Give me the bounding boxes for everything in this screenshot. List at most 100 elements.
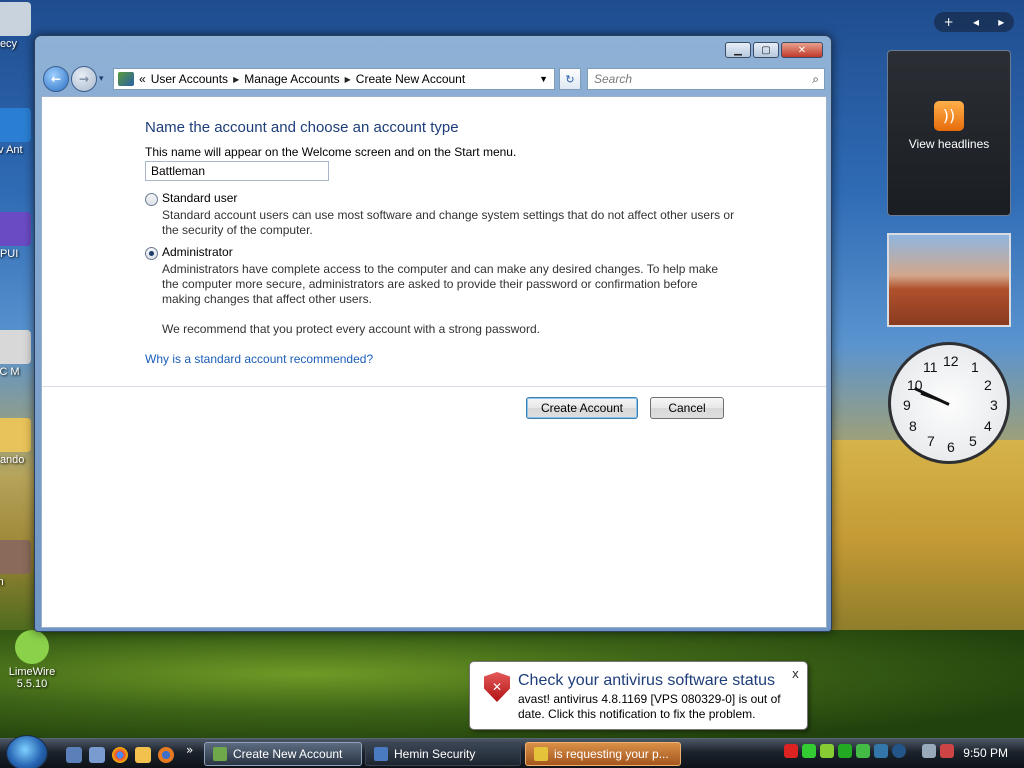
forward-button[interactable]: →	[71, 66, 97, 92]
desktop-icon-image	[0, 418, 31, 452]
quicklaunch-overflow[interactable]: »	[186, 743, 193, 757]
address-bar[interactable]: « User Accounts ▶ Manage Accounts ▶ Crea…	[113, 68, 555, 90]
notification-close-button[interactable]: x	[792, 667, 799, 681]
close-button[interactable]: ✕	[781, 42, 823, 58]
task-label: is requesting your p...	[554, 747, 669, 761]
task-permission-request[interactable]: is requesting your p...	[525, 742, 681, 766]
standard-user-label[interactable]: Standard user	[162, 191, 237, 205]
refresh-button[interactable]: ↻	[559, 68, 581, 90]
security-shield-icon: ✕	[484, 672, 510, 702]
clock-number: 1	[971, 359, 979, 375]
desktop-icon-label: im	[0, 576, 36, 588]
desktop-icon-image	[0, 212, 31, 246]
desktop-icon-label: LimeWire 5.5.10	[8, 666, 56, 690]
breadcrumb-manage-accounts[interactable]: Manage Accounts	[244, 72, 339, 86]
desktop-icon[interactable]: LimeWire 5.5.10	[2, 630, 62, 690]
tray-green-icon[interactable]	[802, 744, 816, 758]
back-button[interactable]: ←	[43, 66, 69, 92]
desktop-icon-image	[0, 330, 31, 364]
password-recommendation: We recommend that you protect every acco…	[162, 322, 540, 336]
search-input[interactable]: Search ⌕	[587, 68, 825, 90]
task-label: Hemin Security	[394, 747, 476, 761]
tray-shield-icon[interactable]	[856, 744, 870, 758]
breadcrumb-arrow-icon[interactable]: ▶	[345, 75, 351, 84]
clock-number: 5	[969, 433, 977, 449]
desktop-icon[interactable]: im	[0, 540, 36, 588]
desktop-icon-label: CPUI	[0, 248, 19, 260]
address-dropdown-icon[interactable]: ▼	[539, 74, 548, 84]
slideshow-gadget[interactable]	[887, 233, 1011, 327]
clock-number: 9	[903, 397, 911, 413]
notification-message[interactable]: avast! antivirus 4.8.1169 [VPS 080329-0]…	[518, 692, 804, 722]
firefox-icon[interactable]	[158, 747, 174, 763]
desktop-icon[interactable]: Recy	[0, 2, 36, 50]
task-create-new-account[interactable]: Create New Account	[204, 742, 362, 766]
window-controls: ▁ ▢ ✕	[725, 42, 823, 58]
maximize-button[interactable]: ▢	[753, 42, 779, 58]
start-button[interactable]	[6, 735, 48, 768]
minute-hand	[920, 392, 950, 405]
clock-number: 12	[943, 353, 959, 369]
chrome-icon[interactable]	[112, 747, 128, 763]
desktop-icon-label: av Ant	[0, 144, 23, 156]
desktop-icon-label: Recy	[0, 38, 18, 50]
clock-gadget[interactable]: 12 1 2 3 4 5 6 7 8 9 10 11	[888, 342, 1010, 464]
taskbar: » Create New Account Hemin Security is r…	[0, 735, 1024, 768]
tray-info-icon[interactable]	[874, 744, 888, 758]
breadcrumb-prefix[interactable]: «	[139, 72, 146, 86]
desktop-icon-image	[0, 2, 31, 36]
desktop-icon[interactable]: PC M	[0, 330, 36, 378]
administrator-radio[interactable]	[145, 247, 158, 260]
desktop-icon-label: PC M	[0, 366, 20, 378]
sidebar-controls[interactable]: + ◂ ▸	[934, 12, 1014, 32]
tray-globe-icon[interactable]	[892, 744, 906, 758]
breadcrumb-arrow-icon[interactable]: ▶	[233, 75, 239, 84]
create-account-button[interactable]: Create Account	[526, 397, 638, 419]
name-description: This name will appear on the Welcome scr…	[145, 145, 517, 159]
clock-number: 4	[984, 418, 992, 434]
navigation-bar: ← → ▾ « User Accounts ▶ Manage Accounts …	[41, 64, 827, 92]
content-pane: Name the account and choose an account t…	[41, 96, 827, 628]
desktop-icon-label: Rando	[0, 454, 25, 466]
tray-lime-icon[interactable]	[820, 744, 834, 758]
administrator-label[interactable]: Administrator	[162, 245, 233, 259]
notification-title[interactable]: Check your antivirus software status	[518, 672, 775, 690]
task-label: Create New Account	[233, 747, 343, 761]
task-hemin-security[interactable]: Hemin Security	[365, 742, 521, 766]
desktop-wallpaper-field	[830, 440, 1024, 640]
feed-headlines-gadget[interactable]: )) View headlines	[887, 50, 1011, 216]
account-name-input[interactable]: Battleman	[145, 161, 329, 181]
antivirus-notification[interactable]: ✕ Check your antivirus software status a…	[469, 661, 808, 730]
desktop-icon[interactable]: av Ant	[0, 108, 36, 156]
desktop-icon[interactable]: CPUI	[0, 212, 36, 260]
network-icon[interactable]	[922, 744, 936, 758]
divider	[42, 386, 826, 387]
desktop-icon-image	[15, 630, 49, 664]
rss-icon: ))	[934, 101, 964, 131]
clock-number: 6	[947, 439, 955, 455]
user-accounts-icon	[213, 747, 227, 761]
clock-number: 7	[927, 433, 935, 449]
breadcrumb-create-new-account[interactable]: Create New Account	[356, 72, 465, 86]
minimize-button[interactable]: ▁	[725, 42, 751, 58]
security-alert-icon[interactable]	[784, 744, 798, 758]
search-icon[interactable]: ⌕	[812, 72, 819, 87]
messenger-icon[interactable]	[135, 747, 151, 763]
system-tray	[784, 744, 954, 758]
breadcrumb-user-accounts[interactable]: User Accounts	[151, 72, 228, 86]
desktop-icon[interactable]: Rando	[0, 418, 36, 466]
show-desktop-icon[interactable]	[66, 747, 82, 763]
switch-windows-icon[interactable]	[89, 747, 105, 763]
volume-muted-icon[interactable]	[940, 744, 954, 758]
taskbar-clock[interactable]: 9:50 PM	[963, 746, 1008, 760]
tray-triangle-icon[interactable]	[838, 744, 852, 758]
previous-icon[interactable]: ◂	[973, 15, 979, 29]
desktop-icon-image	[0, 540, 31, 574]
standard-account-help-link[interactable]: Why is a standard account recommended?	[145, 352, 373, 366]
rss-label: View headlines	[908, 137, 990, 151]
cancel-button[interactable]: Cancel	[650, 397, 724, 419]
next-icon[interactable]: ▸	[998, 15, 1004, 29]
recent-pages-dropdown[interactable]: ▾	[99, 74, 104, 84]
add-gadget-icon[interactable]: +	[944, 15, 954, 29]
standard-user-radio[interactable]	[145, 193, 158, 206]
